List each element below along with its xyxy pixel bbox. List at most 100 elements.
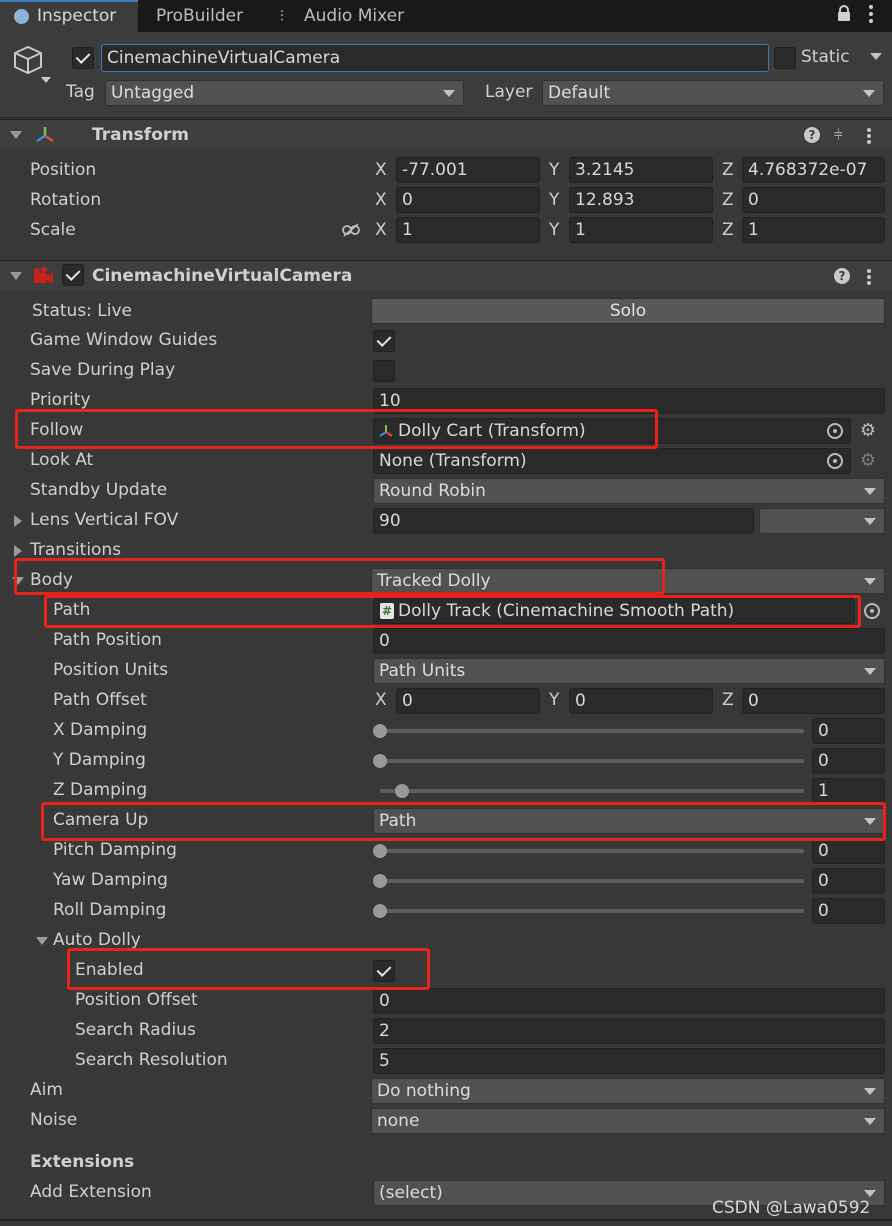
look-at-field[interactable]: None (Transform) — [373, 448, 851, 474]
lens-vertical-fov-input[interactable]: 90 — [373, 508, 754, 534]
camera-up-dropdown[interactable]: Path — [373, 808, 885, 834]
priority-input[interactable]: 10 — [373, 388, 885, 414]
game-window-guides-checkbox[interactable] — [373, 330, 395, 352]
transform-header[interactable]: Transform ? ⫩ — [0, 119, 892, 149]
standby-update-label: Standby Update — [30, 480, 168, 500]
scale-x-input[interactable]: 1 — [396, 217, 540, 243]
path-offset-z-input[interactable]: 0 — [742, 688, 885, 714]
transitions-label[interactable]: Transitions — [30, 535, 121, 565]
slider-knob[interactable] — [395, 784, 409, 798]
body-dropdown[interactable]: Tracked Dolly — [371, 568, 885, 594]
layer-label: Layer — [485, 82, 533, 102]
path-offset-y-input[interactable]: 0 — [569, 688, 713, 714]
noise-dropdown[interactable]: none — [371, 1108, 885, 1134]
tab-inspector[interactable]: Inspector — [0, 0, 138, 32]
gear-icon[interactable]: ⚙ — [858, 451, 878, 471]
script-icon: # — [380, 603, 394, 619]
standby-update-dropdown[interactable]: Round Robin — [373, 478, 885, 504]
path-position-input[interactable]: 0 — [373, 628, 885, 654]
camera-up-label: Camera Up — [53, 810, 149, 830]
slider-knob[interactable] — [373, 874, 387, 888]
gear-icon[interactable]: ⚙ — [858, 421, 878, 441]
chevron-down-icon — [864, 1190, 876, 1197]
component-menu-icon[interactable] — [866, 126, 872, 144]
tab-probuilder[interactable]: ProBuilder — [156, 0, 266, 32]
look-at-label: Look At — [30, 450, 94, 470]
object-picker-icon[interactable] — [860, 599, 884, 623]
foldout-open-icon[interactable] — [10, 272, 22, 280]
foldout-open-icon[interactable] — [36, 937, 48, 945]
path-offset-x-input[interactable]: 0 — [396, 688, 540, 714]
static-dropdown-icon[interactable] — [870, 53, 882, 60]
active-toggle[interactable] — [72, 47, 94, 69]
axis-z-label: Z — [722, 160, 734, 180]
save-during-play-checkbox[interactable] — [373, 360, 395, 382]
position-offset-input[interactable]: 0 — [373, 988, 885, 1014]
foldout-open-icon[interactable] — [12, 577, 24, 585]
y-damping-input[interactable]: 0 — [812, 748, 885, 774]
help-icon[interactable]: ? — [834, 268, 850, 284]
slider-knob[interactable] — [373, 754, 387, 768]
transform-axes-icon — [34, 124, 56, 146]
lock-icon[interactable] — [838, 5, 850, 21]
path-field[interactable]: Dolly Track (Cinemachine Smooth Path) — [373, 598, 855, 624]
pitch-damping-input[interactable]: 0 — [812, 838, 885, 864]
roll-damping-input[interactable]: 0 — [812, 898, 885, 924]
search-radius-input[interactable]: 2 — [373, 1018, 885, 1044]
foldout-closed-icon[interactable] — [14, 545, 22, 557]
static-checkbox[interactable] — [774, 47, 796, 69]
more-options-icon[interactable] — [868, 3, 874, 23]
extensions-heading: Extensions — [30, 1152, 135, 1172]
yaw-damping-slider[interactable] — [380, 879, 804, 883]
z-damping-input[interactable]: 1 — [812, 778, 885, 804]
roll-damping-slider[interactable] — [380, 909, 804, 913]
slider-knob[interactable] — [373, 904, 387, 918]
tab-audio-mixer[interactable]: ⫶ Audio Mixer — [280, 0, 430, 32]
component-menu-icon[interactable] — [866, 267, 872, 285]
solo-button[interactable]: Solo — [371, 298, 885, 324]
static-label: Static — [801, 47, 850, 67]
lens-preset-dropdown[interactable] — [759, 508, 885, 534]
x-damping-input[interactable]: 0 — [812, 718, 885, 744]
vcam-header[interactable]: CinemachineVirtualCamera ? — [0, 260, 892, 290]
aim-dropdown[interactable]: Do nothing — [371, 1078, 885, 1104]
scale-y-input[interactable]: 1 — [569, 217, 713, 243]
object-picker-icon[interactable] — [823, 419, 847, 443]
slider-knob[interactable] — [373, 724, 387, 738]
position-units-dropdown[interactable]: Path Units — [373, 658, 885, 684]
object-name-input[interactable]: CinemachineVirtualCamera — [101, 44, 769, 72]
y-damping-slider[interactable] — [380, 759, 804, 763]
x-damping-slider[interactable] — [380, 729, 804, 733]
mixer-icon: ⫶ — [280, 7, 284, 25]
follow-field[interactable]: Dolly Cart (Transform) — [373, 418, 851, 444]
search-resolution-input[interactable]: 5 — [373, 1048, 885, 1074]
layer-dropdown[interactable]: Default — [542, 80, 884, 106]
presets-icon[interactable]: ⫩ — [834, 126, 850, 144]
auto-dolly-label[interactable]: Auto Dolly — [53, 925, 141, 955]
yaw-damping-input[interactable]: 0 — [812, 868, 885, 894]
position-x-input[interactable]: -77.001 — [396, 157, 540, 183]
help-icon[interactable]: ? — [804, 127, 820, 143]
pitch-damping-slider[interactable] — [380, 849, 804, 853]
axis-y-label: Y — [549, 190, 560, 210]
position-z-input[interactable]: 4.768372e-07 — [742, 157, 885, 183]
icon-dropdown-arrow-icon[interactable] — [41, 77, 51, 83]
rotation-x-input[interactable]: 0 — [396, 187, 540, 213]
vcam-enabled-toggle[interactable] — [62, 264, 84, 286]
rotation-y-input[interactable]: 12.893 — [569, 187, 713, 213]
slider-knob[interactable] — [373, 844, 387, 858]
z-damping-slider[interactable] — [380, 789, 804, 793]
camera-up-value: Path — [379, 811, 417, 831]
position-units-value: Path Units — [379, 661, 466, 681]
foldout-open-icon[interactable] — [10, 131, 22, 139]
rotation-z-input[interactable]: 0 — [742, 187, 885, 213]
position-y-input[interactable]: 3.2145 — [569, 157, 713, 183]
auto-dolly-enabled-checkbox[interactable] — [373, 960, 395, 982]
lens-vertical-fov-label: Lens Vertical FOV — [30, 510, 179, 530]
scale-z-input[interactable]: 1 — [742, 217, 885, 243]
object-picker-icon[interactable] — [823, 449, 847, 473]
axis-z-label: Z — [722, 690, 734, 710]
constrain-proportions-icon[interactable] — [342, 222, 360, 237]
tag-dropdown[interactable]: Untagged — [105, 80, 464, 106]
foldout-closed-icon[interactable] — [14, 515, 22, 527]
